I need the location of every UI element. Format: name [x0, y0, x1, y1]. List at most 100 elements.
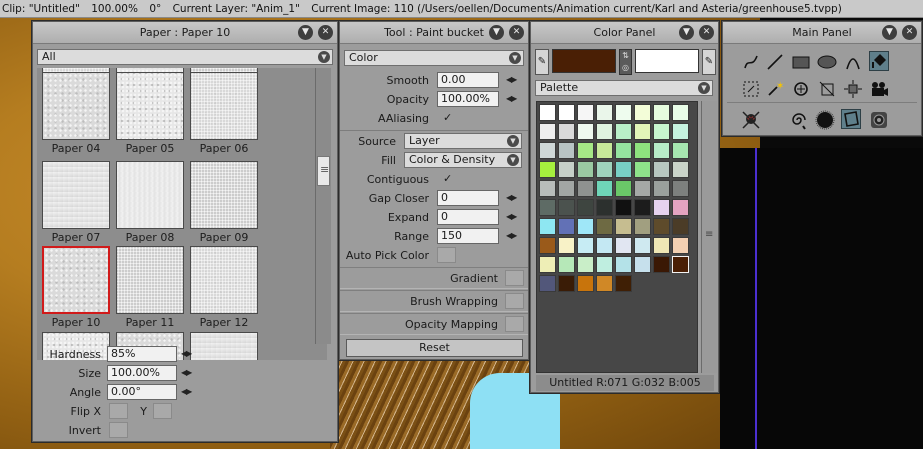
tool-mode-dropdown[interactable]: Color ▼ [344, 50, 524, 66]
palette-swatch[interactable] [653, 199, 670, 216]
palette-swatch[interactable] [577, 161, 594, 178]
palette-scrollbar[interactable]: ≡ [701, 101, 717, 373]
flip-x-checkbox[interactable] [109, 403, 128, 419]
palette-swatch[interactable] [596, 180, 613, 197]
contiguous-checkbox[interactable]: ✓ [443, 172, 452, 185]
aaliasing-checkbox[interactable]: ✓ [443, 111, 452, 124]
gradient-row[interactable]: Gradient [340, 267, 528, 289]
close-icon[interactable]: ✕ [902, 25, 917, 40]
palette-swatch[interactable] [615, 237, 632, 254]
paper-item-11[interactable]: Paper 11 [115, 246, 185, 332]
palette-swatch[interactable] [615, 256, 632, 273]
paper-filter-dropdown[interactable]: All ▼ [37, 49, 333, 65]
palette-swatch[interactable] [634, 123, 651, 140]
paper-item-04[interactable]: Paper 04 [41, 72, 111, 158]
palette-swatch[interactable] [596, 275, 613, 292]
palette-swatch[interactable] [615, 199, 632, 216]
scrollbar-thumb[interactable] [317, 156, 330, 186]
palette-swatch[interactable] [577, 275, 594, 292]
smooth-stepper[interactable]: ◀▶ [506, 75, 517, 84]
rectangle-tool-icon[interactable] [791, 52, 811, 72]
crop-tool-icon[interactable] [817, 79, 837, 99]
opacity-mapping-toggle[interactable] [505, 316, 524, 332]
palette-swatch[interactable] [577, 142, 594, 159]
palette-swatch[interactable] [539, 199, 556, 216]
palette-swatch[interactable] [539, 161, 556, 178]
range-stepper[interactable]: ◀▶ [506, 231, 517, 240]
invert-checkbox[interactable] [109, 422, 128, 438]
curve-tool-icon[interactable] [843, 52, 863, 72]
fill-dropdown[interactable]: Color & Density ▼ [404, 152, 522, 168]
palette-swatch[interactable] [558, 275, 575, 292]
paper-panel-titlebar[interactable]: Paper : Paper 10 ▼ ✕ [33, 22, 337, 44]
palette-swatch[interactable] [653, 218, 670, 235]
palette-swatch[interactable] [577, 256, 594, 273]
panel-menu-icon[interactable]: ▼ [882, 25, 897, 40]
palette-swatch[interactable] [615, 218, 632, 235]
size-field[interactable]: 100.00% [107, 365, 177, 381]
straight-line-tool-icon[interactable] [765, 52, 785, 72]
palette-swatch[interactable] [577, 180, 594, 197]
flip-y-checkbox[interactable] [153, 403, 172, 419]
palette-swatch[interactable] [558, 123, 575, 140]
palette-swatch[interactable] [615, 142, 632, 159]
palette-swatch[interactable] [577, 237, 594, 254]
expand-field[interactable]: 0 [437, 209, 499, 225]
palette-swatch[interactable] [672, 237, 689, 254]
opacity-field[interactable]: 100.00% [437, 91, 499, 107]
palette-swatch[interactable] [653, 123, 670, 140]
palette-swatch[interactable] [539, 237, 556, 254]
palette-swatch[interactable] [596, 142, 613, 159]
camera-tool-icon[interactable] [869, 79, 889, 99]
palette-swatch[interactable] [558, 237, 575, 254]
auto-pick-color-checkbox[interactable] [437, 247, 456, 263]
settings-gear-icon[interactable] [869, 110, 889, 130]
palette-swatch[interactable] [596, 161, 613, 178]
palette-swatch[interactable] [634, 199, 651, 216]
palette-swatch[interactable] [558, 104, 575, 121]
palette-swatch[interactable] [615, 104, 632, 121]
palette-swatch[interactable] [596, 256, 613, 273]
hardness-stepper[interactable]: ◀▶ [181, 349, 192, 358]
palette-swatch[interactable] [615, 275, 632, 292]
paper-item-08[interactable]: Paper 08 [115, 161, 185, 247]
primary-color-swatch[interactable] [552, 49, 616, 73]
eyedropper-icon[interactable]: ✎ [535, 49, 549, 75]
palette-swatch[interactable] [672, 123, 689, 140]
rect-cut-tool-icon[interactable] [741, 79, 761, 99]
eyedropper-icon[interactable]: ✎ [702, 49, 716, 75]
tool-panel-titlebar[interactable]: Tool : Paint bucket ▼ ✕ [340, 22, 528, 44]
blob-brush-icon[interactable] [815, 110, 835, 130]
palette-swatch[interactable] [539, 218, 556, 235]
palette-swatch[interactable] [672, 218, 689, 235]
main-panel-titlebar[interactable]: Main Panel ▼ ✕ [723, 22, 921, 44]
source-dropdown[interactable]: Layer ▼ [404, 133, 522, 149]
gradient-toggle[interactable] [505, 270, 524, 286]
palette-swatch[interactable] [596, 104, 613, 121]
palette-swatch[interactable] [634, 104, 651, 121]
size-stepper[interactable]: ◀▶ [181, 368, 192, 377]
palette-swatch[interactable] [653, 180, 670, 197]
palette-swatch[interactable] [653, 237, 670, 254]
palette-swatch[interactable] [596, 218, 613, 235]
palette-swatch[interactable] [577, 199, 594, 216]
palette-swatch[interactable] [653, 104, 670, 121]
palette-swatch[interactable] [577, 123, 594, 140]
color-panel-titlebar[interactable]: Color Panel ▼ ✕ [531, 22, 718, 44]
palette-swatch[interactable] [539, 104, 556, 121]
palette-swatch[interactable] [558, 142, 575, 159]
palette-swatch[interactable] [596, 199, 613, 216]
panel-menu-icon[interactable]: ▼ [298, 25, 313, 40]
palette-swatch[interactable] [539, 275, 556, 292]
palette-swatch[interactable] [672, 104, 689, 121]
palette-swatch[interactable] [672, 199, 689, 216]
close-icon[interactable]: ✕ [699, 25, 714, 40]
palette-swatch[interactable] [539, 123, 556, 140]
palette-swatch[interactable] [653, 161, 670, 178]
palette-swatch[interactable] [634, 237, 651, 254]
palette-swatch[interactable] [634, 218, 651, 235]
palette-swatch[interactable] [672, 161, 689, 178]
freehand-line-tool-icon[interactable] [741, 52, 761, 72]
palette-swatch[interactable] [672, 142, 689, 159]
palette-swatch[interactable] [577, 218, 594, 235]
